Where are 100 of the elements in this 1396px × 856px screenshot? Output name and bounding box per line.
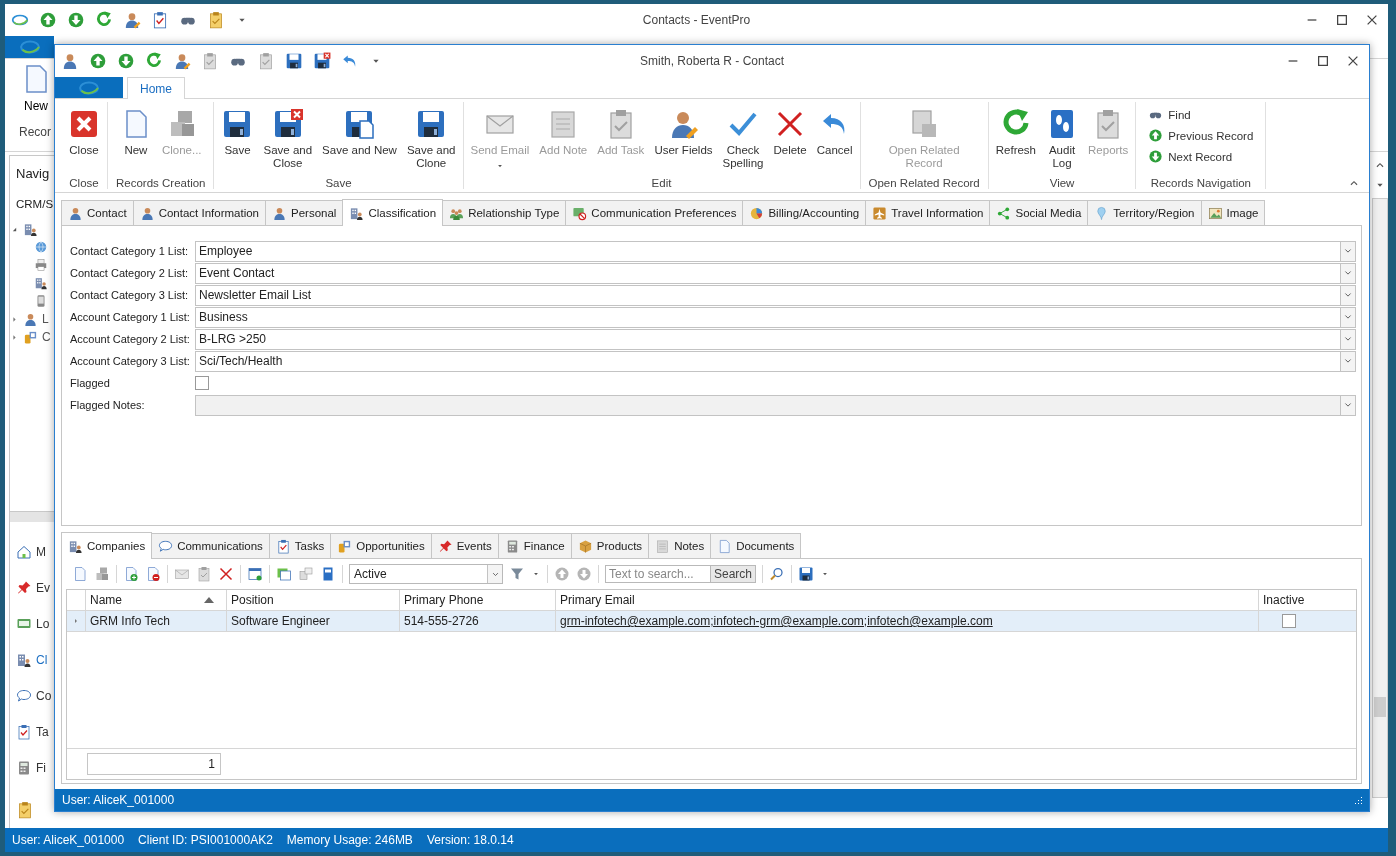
- record-tab[interactable]: Travel Information: [865, 200, 991, 225]
- column-header[interactable]: Primary Email: [556, 590, 1259, 610]
- search-icon[interactable]: [769, 566, 786, 582]
- sub-tab[interactable]: Communications: [151, 533, 270, 558]
- document-icon[interactable]: [72, 566, 88, 582]
- sub-tab[interactable]: Companies: [61, 532, 153, 559]
- previous-record-button[interactable]: Previous Record: [1148, 128, 1254, 143]
- record-tab[interactable]: Image: [1200, 200, 1266, 225]
- refresh-icon[interactable]: [95, 11, 113, 29]
- save-icon[interactable]: [285, 52, 303, 70]
- remove-document-icon[interactable]: [145, 566, 161, 582]
- add-document-icon[interactable]: [123, 566, 139, 582]
- dropdown-field[interactable]: Newsletter Email List: [195, 284, 1356, 306]
- panel-title: Navig: [16, 166, 50, 181]
- cancel-button[interactable]: Cancel: [811, 106, 858, 177]
- navigation-item[interactable]: Cl: [36, 653, 48, 667]
- cubes-icon[interactable]: [94, 566, 110, 582]
- record-tab[interactable]: Personal: [265, 200, 344, 225]
- record-tab[interactable]: Classification: [342, 199, 444, 226]
- record-tab[interactable]: Social Media: [989, 200, 1089, 225]
- dropdown-field[interactable]: Employee: [195, 240, 1356, 262]
- record-tab[interactable]: Contact: [61, 200, 134, 225]
- check-spelling-button[interactable]: Check Spelling: [717, 106, 769, 177]
- building-person-icon: [16, 652, 32, 668]
- sub-tab[interactable]: Events: [430, 533, 499, 558]
- ribbon-tab[interactable]: Home: [127, 77, 185, 99]
- record-tab[interactable]: Contact Information: [132, 200, 266, 225]
- clipboard-icon[interactable]: [16, 801, 34, 819]
- person-icon[interactable]: [61, 52, 79, 70]
- dropdown-field[interactable]: B-LRG >250: [195, 328, 1356, 350]
- record-tab[interactable]: Relationship Type: [442, 200, 567, 225]
- refresh-icon[interactable]: [145, 52, 163, 70]
- group-label: View: [1048, 177, 1076, 189]
- save-button[interactable]: Save: [216, 106, 259, 177]
- pushpin-icon: [437, 538, 453, 554]
- record-tab[interactable]: Territory/Region: [1087, 200, 1202, 225]
- audit-log-button[interactable]: Audit Log: [1041, 106, 1084, 177]
- sub-tab[interactable]: Finance: [497, 533, 572, 558]
- refresh-button[interactable]: Refresh: [990, 106, 1042, 177]
- email-link[interactable]: grm-infotech@example.com;infotech-grm@example.com;infotech@example.com: [560, 614, 993, 628]
- new-button[interactable]: New: [19, 59, 53, 113]
- record-tab[interactable]: Communication Preferences: [565, 200, 744, 225]
- navigation-item[interactable]: Lo: [36, 617, 50, 631]
- application-menu-button[interactable]: [5, 36, 54, 58]
- dropdown-field[interactable]: Event Contact: [195, 262, 1356, 284]
- table-icon[interactable]: [247, 566, 263, 582]
- filter-dropdown[interactable]: Active: [349, 564, 503, 584]
- collapsed-arrow-icon[interactable]: [10, 314, 19, 324]
- envelope-icon[interactable]: [174, 566, 190, 582]
- person-pencil-icon[interactable]: [123, 11, 141, 29]
- sub-tab[interactable]: Products: [570, 533, 650, 558]
- copy-icon[interactable]: [298, 566, 314, 582]
- application-menu-button[interactable]: [55, 77, 123, 98]
- search-field[interactable]: Text to search...: [605, 565, 711, 583]
- navigation-item[interactable]: Co: [36, 689, 52, 703]
- navigation-item[interactable]: Ta: [36, 725, 49, 739]
- save-and-clone-button[interactable]: Save and Clone: [401, 106, 461, 177]
- floppy-x-icon[interactable]: [313, 52, 331, 70]
- person-pencil-icon[interactable]: [173, 52, 191, 70]
- save-and-new-button[interactable]: Save and New: [317, 106, 402, 177]
- delete-icon[interactable]: [218, 566, 234, 582]
- save-icon[interactable]: [798, 566, 815, 582]
- dropdown-field[interactable]: Sci/Tech/Health: [195, 350, 1356, 372]
- column-header[interactable]: Primary Phone: [400, 590, 556, 610]
- tree-item[interactable]: L: [42, 312, 49, 326]
- search-button[interactable]: Search: [710, 565, 757, 583]
- sub-tab[interactable]: Documents: [710, 533, 802, 558]
- filter-icon[interactable]: [509, 566, 525, 582]
- column-header[interactable]: Inactive: [1259, 590, 1356, 610]
- clipboard-check-icon[interactable]: [151, 11, 169, 29]
- tree-item[interactable]: C: [42, 330, 51, 344]
- sub-tab[interactable]: Opportunities: [330, 533, 432, 558]
- new-button[interactable]: New: [114, 106, 157, 177]
- close-button[interactable]: Close: [63, 106, 105, 177]
- collapsed-arrow-icon[interactable]: [10, 332, 19, 342]
- user-fields-button[interactable]: User Fields: [649, 106, 718, 177]
- next-record-button[interactable]: Next Record: [1148, 149, 1233, 164]
- clipboard-icon[interactable]: [201, 52, 219, 70]
- sub-tab[interactable]: Tasks: [268, 533, 332, 558]
- find-button[interactable]: Find: [1148, 107, 1191, 122]
- dropdown-field[interactable]: Business: [195, 306, 1356, 328]
- clipboard-icon[interactable]: [207, 11, 225, 29]
- building-person-icon: [23, 221, 38, 237]
- resize-grip-icon[interactable]: [1353, 795, 1363, 805]
- checkbox[interactable]: [195, 376, 209, 390]
- column-header[interactable]: Name: [86, 590, 227, 610]
- grids-icon[interactable]: [276, 566, 292, 582]
- scrollbar[interactable]: [1372, 198, 1388, 798]
- clipboard-icon[interactable]: [257, 52, 275, 70]
- column-header[interactable]: Position: [227, 590, 400, 610]
- navigation-item[interactable]: M: [36, 545, 46, 559]
- checkbox[interactable]: [1281, 614, 1296, 628]
- delete-button[interactable]: Delete: [768, 106, 812, 177]
- navigation-item[interactable]: Fi: [36, 761, 46, 775]
- record-tab[interactable]: Billing/Accounting: [742, 200, 867, 225]
- save-and-close-button[interactable]: Save and Close: [258, 106, 318, 177]
- sub-tab[interactable]: Notes: [648, 533, 712, 558]
- speech-bubble-icon: [158, 538, 174, 554]
- clipboard-icon[interactable]: [196, 566, 212, 582]
- navigation-item[interactable]: Ev: [36, 581, 50, 595]
